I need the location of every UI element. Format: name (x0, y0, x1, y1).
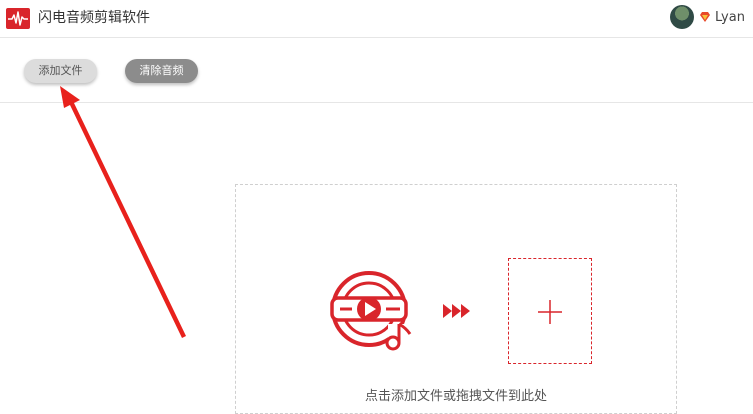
add-file-box[interactable] (508, 258, 592, 364)
drop-hint-text: 点击添加文件或拖拽文件到此处 (364, 389, 547, 404)
avatar[interactable] (670, 5, 694, 29)
triple-arrow-icon (443, 304, 470, 318)
add-file-button[interactable]: 添加文件 (24, 59, 97, 83)
user-name[interactable]: Lyan (715, 9, 745, 26)
vip-diamond-icon (700, 12, 710, 22)
waveform-logo-icon (6, 8, 30, 29)
toolbar: 添加文件 清除音频 (0, 38, 753, 103)
app-title: 闪电音频剪辑软件 (38, 10, 150, 26)
title-bar: 闪电音频剪辑软件 Lyan (0, 0, 753, 38)
clear-audio-button[interactable]: 清除音频 (125, 59, 198, 83)
file-drop-zone[interactable] (235, 184, 677, 414)
plus-icon (538, 300, 562, 324)
audio-video-convert-icon (330, 271, 412, 351)
